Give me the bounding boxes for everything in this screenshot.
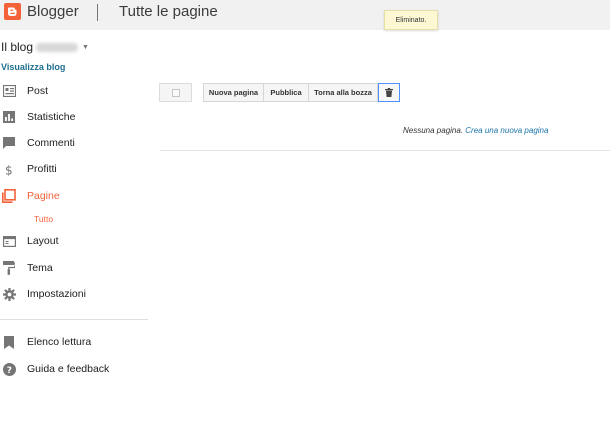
bookmark-icon (2, 335, 16, 349)
delete-button[interactable] (378, 83, 400, 102)
sidebar-item-earnings[interactable]: $ Profitti (0, 160, 148, 178)
sidebar-item-settings[interactable]: Impostazioni (0, 285, 148, 303)
blog-selector[interactable]: Il blog ▼ (1, 40, 89, 55)
sidebar-item-label: Commenti (27, 137, 75, 149)
blog-name-label: Il blog (1, 40, 34, 54)
gear-icon (2, 287, 16, 301)
theme-roller-icon (2, 261, 16, 275)
blurred-blog-name (36, 43, 79, 53)
top-bar: Blogger Tutte le pagine (0, 0, 610, 30)
chevron-down-icon[interactable]: ▼ (82, 41, 89, 55)
brand-name[interactable]: Blogger (27, 3, 79, 21)
sidebar-item-label: Statistiche (27, 111, 76, 123)
view-blog-link[interactable]: Visualizza blog (1, 62, 65, 73)
sidebar-item-reading-list[interactable]: Elenco lettura (0, 333, 148, 351)
new-page-button[interactable]: Nuova pagina (203, 83, 264, 102)
trash-icon (385, 85, 393, 100)
sidebar-item-label: Elenco lettura (27, 336, 92, 348)
create-new-page-link[interactable]: Crea una nuova pagina (465, 126, 548, 135)
sidebar-item-label: Guida e feedback (27, 363, 110, 375)
sidebar-item-post[interactable]: Post (0, 82, 148, 100)
sidebar-item-layout[interactable]: Layout (0, 232, 148, 250)
comments-icon (2, 136, 16, 150)
sidebar-item-comments[interactable]: Commenti (0, 134, 148, 152)
sidebar-item-label: Post (27, 85, 49, 97)
select-all-checkbox[interactable] (159, 83, 192, 102)
sidebar-item-label: Layout (27, 235, 59, 247)
empty-state-text: Nessuna pagina. (403, 126, 464, 135)
blogger-logo-icon[interactable] (4, 3, 21, 20)
layout-icon (2, 234, 16, 248)
sidebar-item-help[interactable]: ? Guida e feedback (0, 360, 148, 378)
header-divider (97, 4, 98, 21)
dollar-icon: $ (2, 162, 16, 176)
sidebar-subitem-all[interactable]: Tutto (34, 214, 53, 224)
sidebar-item-label: Pagine (27, 190, 60, 202)
sidebar-item-statistics[interactable]: Statistiche (0, 108, 148, 126)
stats-icon (2, 110, 16, 124)
posts-icon (2, 84, 16, 98)
sidebar-item-label: Impostazioni (27, 288, 86, 300)
revert-to-draft-button[interactable]: Torna alla bozza (308, 83, 378, 102)
sidebar-item-theme[interactable]: Tema (0, 259, 148, 277)
sidebar-item-label: Profitti (27, 163, 57, 175)
checkbox-square[interactable] (172, 89, 180, 97)
content-divider (160, 150, 610, 151)
status-toast: Eliminato. (384, 10, 438, 30)
svg-text:$: $ (5, 163, 13, 176)
publish-button[interactable]: Pubblica (263, 83, 309, 102)
empty-state-message: Nessuna pagina. Crea una nuova pagina (403, 126, 548, 136)
help-icon: ? (2, 362, 16, 376)
sidebar-item-label: Tema (27, 262, 53, 274)
sidebar-divider (0, 319, 148, 320)
pages-icon (2, 189, 16, 203)
page-title: Tutte le pagine (119, 3, 218, 20)
sidebar-item-pages[interactable]: Pagine (0, 187, 148, 205)
svg-text:?: ? (6, 366, 11, 376)
